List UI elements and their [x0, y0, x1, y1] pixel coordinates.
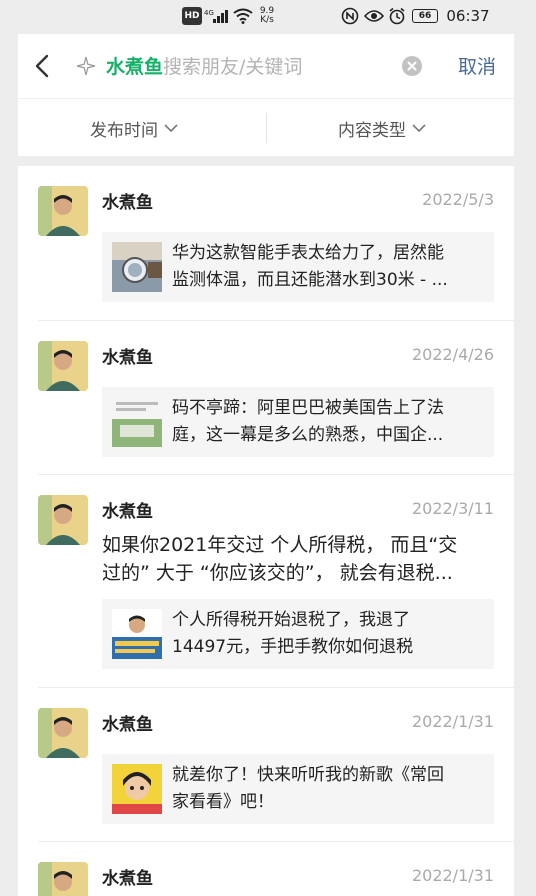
post-date: 2022/4/26 [411, 345, 494, 364]
screen: HD 4G 9.9 K/s 66 06:37 水煮鱼搜索朋友/关键词 取消 发布… [0, 0, 536, 896]
post-text-line: 过的” 大于 “你应该交的”， 就会有退税... [102, 562, 453, 584]
article-title: 个人所得税开始退税了，我退了 14497元，手把手教你如何退税 [172, 607, 482, 661]
article-title-line: 庭，这一幕是多么的熟悉，中国企... [172, 425, 444, 445]
speed-unit: K/s [260, 15, 274, 25]
nfc-icon [340, 7, 360, 25]
avatar[interactable] [38, 341, 88, 391]
article-title: 华为这款智能手表太给力了，居然能 监测体温，而且还能潜水到30米 - ... [172, 240, 482, 294]
cancel-button[interactable]: 取消 [458, 52, 496, 82]
author-name[interactable]: 水煮鱼 [102, 343, 153, 368]
battery-icon: 66 [410, 7, 440, 25]
alarm-icon [388, 7, 406, 25]
author-name[interactable]: 水煮鱼 [102, 188, 153, 213]
post-date: 2022/1/31 [411, 866, 494, 885]
results-list: 水煮鱼 2022/5/3 华为这款智能手表太给力了，居然能 监测体温，而且还能潜… [18, 166, 514, 896]
author-name[interactable]: 水煮鱼 [102, 497, 153, 522]
article-thumbnail [112, 764, 162, 814]
moment-item[interactable]: 水煮鱼 2022/1/31 就差你了！快来听听我的新歌《常回 家看看》吧！ [18, 688, 514, 842]
filter-divider [266, 113, 267, 143]
hd-indicator: HD [182, 7, 202, 25]
article-title-line: 就差你了！快来听听我的新歌《常回 [172, 765, 444, 785]
article-title: 码不亭蹄：阿里巴巴被美国告上了法 庭，这一幕是多么的熟悉，中国企... [172, 395, 482, 449]
network-speed: 9.9 K/s [256, 7, 278, 25]
article-title: 就差你了！快来听听我的新歌《常回 家看看》吧！ [172, 762, 482, 816]
search-header: 水煮鱼搜索朋友/关键词 取消 [18, 34, 514, 98]
content-type-filter[interactable]: 内容类型 [338, 99, 426, 157]
content-type-label: 内容类型 [338, 120, 406, 141]
chevron-down-icon [164, 124, 178, 133]
shared-article-card[interactable]: 华为这款智能手表太给力了，居然能 监测体温，而且还能潜水到30米 - ... [102, 232, 494, 302]
wifi-icon [232, 7, 254, 25]
chevron-down-icon [412, 124, 426, 133]
moment-item[interactable]: 水煮鱼 2022/4/26 码不亭蹄：阿里巴巴被美国告上了法 庭，这一幕是多么的… [18, 321, 514, 475]
back-button[interactable] [32, 54, 54, 78]
publish-time-label: 发布时间 [90, 120, 158, 141]
clear-button[interactable] [402, 56, 422, 76]
article-thumbnail [112, 609, 162, 659]
author-name[interactable]: 水煮鱼 [102, 710, 153, 735]
search-input[interactable]: 水煮鱼搜索朋友/关键词 [106, 52, 396, 82]
avatar[interactable] [38, 186, 88, 236]
article-title-line: 监测体温，而且还能潜水到30米 - ... [172, 270, 448, 290]
battery-level: 66 [412, 9, 438, 23]
post-text-line: 如果你2021年交过 个人所得税， 而且“交 [102, 534, 458, 556]
clear-icon [407, 61, 417, 71]
post-date: 2022/3/11 [411, 499, 494, 518]
post-date: 2022/5/3 [422, 190, 494, 209]
article-title-line: 华为这款智能手表太给力了，居然能 [172, 243, 444, 263]
back-arrow-icon [35, 54, 49, 78]
avatar[interactable] [38, 862, 88, 896]
article-title-line: 家看看》吧！ [172, 792, 274, 812]
publish-time-filter[interactable]: 发布时间 [90, 99, 178, 157]
search-keyword: 水煮鱼 [106, 56, 164, 78]
status-bar: HD 4G 9.9 K/s 66 06:37 [0, 0, 536, 34]
clock: 06:37 [446, 7, 490, 25]
article-title-line: 个人所得税开始退税了，我退了 [172, 610, 410, 630]
shared-article-card[interactable]: 码不亭蹄：阿里巴巴被美国告上了法 庭，这一幕是多么的熟悉，中国企... [102, 387, 494, 457]
filter-bar: 发布时间 内容类型 [18, 98, 514, 156]
sparkle-icon [76, 56, 96, 76]
moment-item[interactable]: 水煮鱼 2022/1/31 [18, 842, 514, 896]
post-date: 2022/1/31 [411, 712, 494, 731]
shared-article-card[interactable]: 就差你了！快来听听我的新歌《常回 家看看》吧！ [102, 754, 494, 824]
post-text: 如果你2021年交过 个人所得税， 而且“交 过的” 大于 “你应该交的”， 就… [102, 531, 494, 587]
svg-text:4G: 4G [204, 9, 214, 17]
shared-article-card[interactable]: 个人所得税开始退税了，我退了 14497元，手把手教你如何退税 [102, 599, 494, 669]
article-title-line: 14497元，手把手教你如何退税 [172, 637, 414, 657]
moment-item[interactable]: 水煮鱼 2022/3/11 如果你2021年交过 个人所得税， 而且“交 过的”… [18, 475, 514, 688]
eye-comfort-icon [364, 7, 384, 25]
article-thumbnail [112, 242, 162, 292]
moment-item[interactable]: 水煮鱼 2022/5/3 华为这款智能手表太给力了，居然能 监测体温，而且还能潜… [18, 166, 514, 321]
avatar[interactable] [38, 495, 88, 545]
avatar[interactable] [38, 708, 88, 758]
author-name[interactable]: 水煮鱼 [102, 864, 153, 889]
search-placeholder: 搜索朋友/关键词 [163, 56, 303, 78]
article-thumbnail [112, 397, 162, 447]
article-title-line: 码不亭蹄：阿里巴巴被美国告上了法 [172, 398, 444, 418]
cellular-signal-icon: 4G [204, 7, 230, 25]
